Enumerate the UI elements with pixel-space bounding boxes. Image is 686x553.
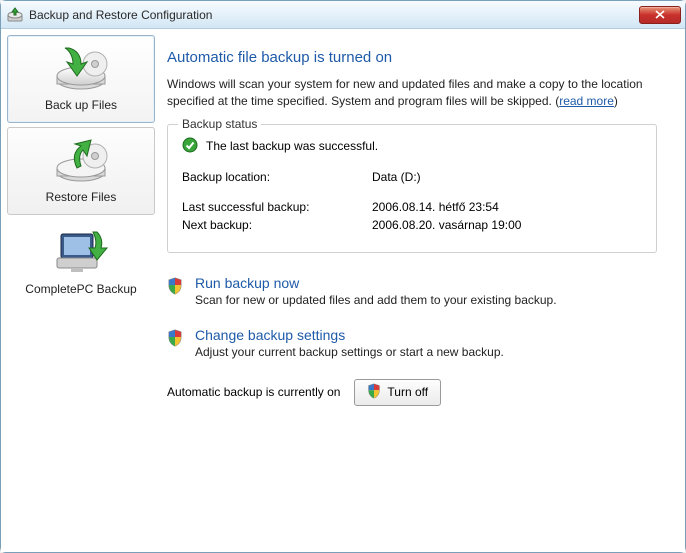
shield-icon <box>167 329 185 350</box>
sidebar-item-completepc-backup[interactable]: CompletePC Backup <box>7 219 155 307</box>
turn-off-label: Turn off <box>387 385 428 399</box>
sidebar-item-restore-files[interactable]: Restore Files <box>7 127 155 215</box>
shield-icon <box>167 277 185 298</box>
completepc-backup-icon <box>12 228 150 278</box>
run-backup-link[interactable]: Run backup now <box>195 275 657 291</box>
titlebar: Backup and Restore Configuration <box>1 1 685 29</box>
info-val: 2006.08.14. hétfő 23:54 <box>372 200 642 214</box>
info-key: Backup location: <box>182 170 372 184</box>
sidebar-item-label: Back up Files <box>12 98 150 112</box>
footer-label: Automatic backup is currently on <box>167 385 340 399</box>
status-row: The last backup was successful. <box>182 137 642 156</box>
page-description: Windows will scan your system for new an… <box>167 76 657 110</box>
run-backup-sub: Scan for new or updated files and add th… <box>195 293 657 307</box>
app-icon <box>7 7 23 23</box>
info-val: Data (D:) <box>372 170 642 184</box>
change-settings-link[interactable]: Change backup settings <box>195 327 657 343</box>
client-area: Back up Files Restore Files <box>1 29 685 552</box>
close-icon <box>655 10 665 19</box>
sidebar-item-backup-files[interactable]: Back up Files <box>7 35 155 123</box>
action-run-backup: Run backup now Scan for new or updated f… <box>167 275 657 307</box>
change-settings-sub: Adjust your current backup settings or s… <box>195 345 657 359</box>
action-change-settings: Change backup settings Adjust your curre… <box>167 327 657 359</box>
page-heading: Automatic file backup is turned on <box>167 49 657 66</box>
info-row-next: Next backup: 2006.08.20. vasárnap 19:00 <box>182 218 642 232</box>
success-check-icon <box>182 137 198 156</box>
window-title: Backup and Restore Configuration <box>29 8 639 22</box>
close-button[interactable] <box>639 6 681 24</box>
restore-files-icon <box>12 136 150 186</box>
footer: Automatic backup is currently on Turn of… <box>167 379 657 406</box>
backup-files-icon <box>12 44 150 94</box>
info-key: Next backup: <box>182 218 372 232</box>
turn-off-button[interactable]: Turn off <box>354 379 441 406</box>
sidebar-item-label: CompletePC Backup <box>12 282 150 296</box>
main-pane: Automatic file backup is turned on Windo… <box>159 35 679 546</box>
info-key: Last successful backup: <box>182 200 372 214</box>
shield-icon <box>367 383 381 402</box>
sidebar-item-label: Restore Files <box>12 190 150 204</box>
status-text: The last backup was successful. <box>206 139 378 153</box>
backup-status-group: Backup status The last backup was succes… <box>167 124 657 253</box>
sidebar: Back up Files Restore Files <box>7 35 155 546</box>
info-row-last: Last successful backup: 2006.08.14. hétf… <box>182 200 642 214</box>
group-legend: Backup status <box>178 117 261 131</box>
info-row-location: Backup location: Data (D:) <box>182 170 642 184</box>
info-val: 2006.08.20. vasárnap 19:00 <box>372 218 642 232</box>
read-more-link[interactable]: read more <box>559 94 614 108</box>
